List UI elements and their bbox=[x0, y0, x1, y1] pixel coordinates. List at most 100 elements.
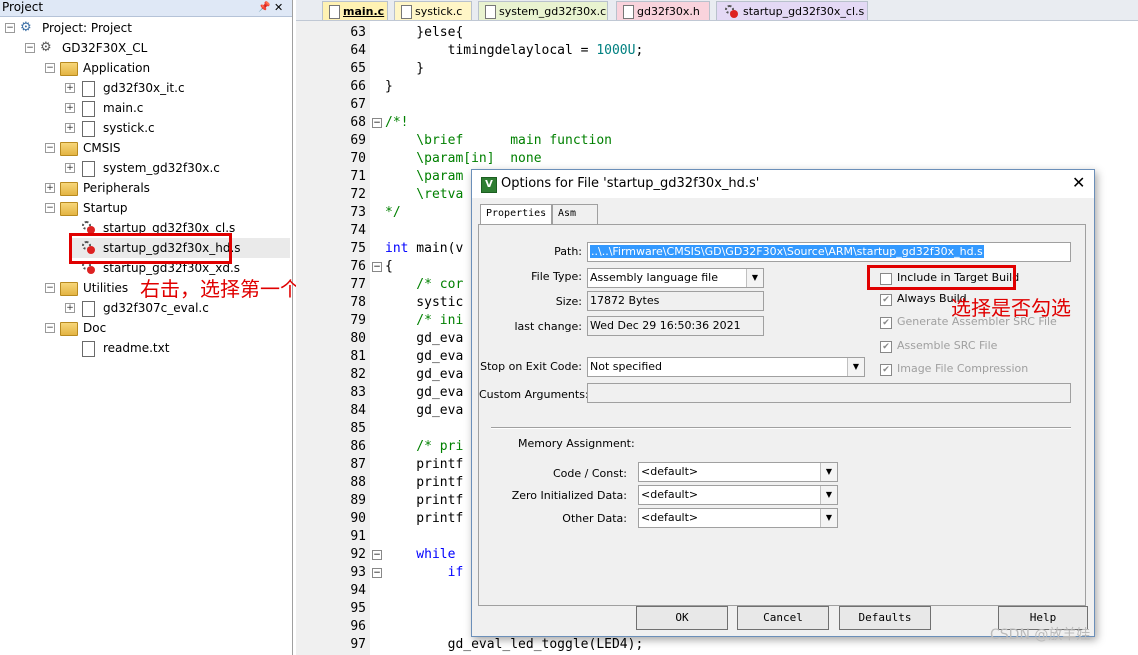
folder-icon bbox=[60, 202, 78, 216]
other-data-select[interactable]: <default> ▼ bbox=[638, 508, 838, 528]
code-line: gd_eva bbox=[385, 402, 463, 420]
last-change-field: Wed Dec 29 16:50:36 2021 bbox=[587, 316, 764, 336]
pin-icon[interactable]: 📌 bbox=[258, 0, 270, 15]
group-label: Utilities bbox=[83, 281, 129, 295]
file-icon bbox=[623, 5, 634, 19]
fold-icon[interactable]: − bbox=[372, 550, 382, 560]
line-number: 80 bbox=[350, 331, 366, 346]
tab-system-c[interactable]: system_gd32f30x.c bbox=[478, 1, 608, 20]
tab-systick-c[interactable]: systick.c bbox=[394, 1, 472, 20]
code-text: ; bbox=[635, 43, 644, 58]
expand-icon[interactable]: + bbox=[65, 103, 75, 113]
watermark: CSDN @放羊娃 bbox=[990, 627, 1091, 643]
file-icon bbox=[82, 341, 95, 357]
path-value: ..\..\Firmware\CMSIS\GD\GD32F30x\Source\… bbox=[590, 245, 984, 258]
close-icon[interactable]: ✕ bbox=[274, 0, 283, 15]
line-number: 91 bbox=[350, 529, 366, 544]
always-build-checkbox[interactable]: ✔ bbox=[880, 294, 892, 306]
code-comment: \retva bbox=[385, 187, 464, 202]
tab-main-c[interactable]: main.c bbox=[322, 1, 388, 20]
image-compression-label: Image File Compression bbox=[897, 362, 1029, 375]
tab-header-h[interactable]: gd32f30x.h bbox=[616, 1, 710, 20]
collapse-icon[interactable]: − bbox=[45, 63, 55, 73]
fold-icon[interactable]: − bbox=[372, 118, 382, 128]
close-icon[interactable]: ✕ bbox=[1072, 173, 1085, 192]
tab-asm[interactable]: Asm bbox=[552, 204, 598, 224]
tab-startup-s[interactable]: startup_gd32f30x_cl.s bbox=[716, 1, 868, 20]
expand-icon[interactable]: + bbox=[65, 163, 75, 173]
expand-icon[interactable]: + bbox=[65, 303, 75, 313]
code-comment: /* pri bbox=[385, 439, 464, 454]
collapse-icon[interactable]: − bbox=[5, 23, 15, 33]
expand-icon[interactable]: + bbox=[65, 123, 75, 133]
folder-icon bbox=[60, 62, 78, 76]
code-const-select[interactable]: <default> ▼ bbox=[638, 462, 838, 482]
code-comment: \param[in] none bbox=[385, 151, 542, 166]
code-comment: /*! bbox=[385, 115, 409, 130]
separator bbox=[491, 427, 1071, 429]
fold-icon[interactable]: − bbox=[372, 568, 382, 578]
dialog-titlebar: V Options for File 'startup_gd32f30x_hd.… bbox=[472, 170, 1094, 198]
asm-file-icon bbox=[82, 221, 95, 234]
highlight-box bbox=[69, 233, 232, 264]
code-number: 1000U bbox=[596, 43, 636, 58]
expand-icon[interactable]: + bbox=[65, 83, 75, 93]
ok-button[interactable]: OK bbox=[636, 606, 728, 630]
code-line: \retva bbox=[385, 186, 463, 204]
cancel-button[interactable]: Cancel bbox=[737, 606, 829, 630]
stop-exit-value: Not specified bbox=[590, 360, 663, 373]
path-field[interactable]: ..\..\Firmware\CMSIS\GD\GD32F30x\Source\… bbox=[587, 242, 1071, 262]
fold-icon[interactable]: − bbox=[372, 262, 382, 272]
line-number: 73 bbox=[350, 205, 366, 220]
group-label: Application bbox=[83, 61, 151, 75]
code-line: printf bbox=[385, 510, 463, 528]
code-line: /* ini bbox=[385, 312, 463, 330]
chevron-down-icon[interactable]: ▼ bbox=[847, 358, 864, 376]
collapse-icon[interactable]: − bbox=[45, 323, 55, 333]
tab-properties[interactable]: Properties bbox=[480, 204, 552, 225]
line-number: 86 bbox=[350, 439, 366, 454]
line-number: 89 bbox=[350, 493, 366, 508]
tab-label: gd32f30x.h bbox=[637, 5, 700, 18]
code-line: /* pri bbox=[385, 438, 463, 456]
code-line: printf bbox=[385, 456, 463, 474]
line-number: 84 bbox=[350, 403, 366, 418]
collapse-icon[interactable]: − bbox=[45, 203, 55, 213]
code-line: } bbox=[385, 78, 393, 96]
zero-init-value: <default> bbox=[641, 488, 699, 501]
code-line: }else{ bbox=[385, 24, 463, 42]
code-comment: */ bbox=[385, 205, 401, 220]
other-data-value: <default> bbox=[641, 511, 699, 524]
file-type-select[interactable]: Assembly language file ▼ bbox=[587, 268, 764, 288]
defaults-button[interactable]: Defaults bbox=[839, 606, 931, 630]
chevron-down-icon[interactable]: ▼ bbox=[820, 509, 837, 527]
code-line: if bbox=[385, 564, 464, 582]
file-icon bbox=[329, 5, 340, 19]
line-number: 75 bbox=[350, 241, 366, 256]
code-line: gd_eva bbox=[385, 384, 463, 402]
expand-icon[interactable]: + bbox=[45, 183, 55, 193]
tab-label: system_gd32f30x.c bbox=[499, 5, 607, 18]
group-label: Startup bbox=[83, 201, 128, 215]
path-label: Path: bbox=[554, 245, 582, 258]
code-line: gd_eva bbox=[385, 330, 463, 348]
code-line: timingdelaylocal = 1000U; bbox=[385, 42, 644, 60]
image-compression-checkbox[interactable]: ✔ bbox=[880, 364, 892, 376]
memory-assignment-label: Memory Assignment: bbox=[518, 437, 635, 450]
gen-src-checkbox[interactable]: ✔ bbox=[880, 317, 892, 329]
asm-src-checkbox[interactable]: ✔ bbox=[880, 341, 892, 353]
highlight-box bbox=[867, 265, 1016, 290]
custom-args-label: Custom Arguments: bbox=[479, 388, 589, 401]
collapse-icon[interactable]: − bbox=[45, 283, 55, 293]
stop-exit-select[interactable]: Not specified ▼ bbox=[587, 357, 865, 377]
chevron-down-icon[interactable]: ▼ bbox=[820, 486, 837, 504]
collapse-icon[interactable]: − bbox=[25, 43, 35, 53]
chevron-down-icon[interactable]: ▼ bbox=[820, 463, 837, 481]
code-line: \param[in] none bbox=[385, 150, 542, 168]
zero-init-select[interactable]: <default> ▼ bbox=[638, 485, 838, 505]
chevron-down-icon[interactable]: ▼ bbox=[746, 269, 763, 287]
collapse-icon[interactable]: − bbox=[45, 143, 55, 153]
code-const-value: <default> bbox=[641, 465, 699, 478]
custom-args-field[interactable] bbox=[587, 383, 1071, 403]
code-keyword: while bbox=[385, 547, 456, 562]
